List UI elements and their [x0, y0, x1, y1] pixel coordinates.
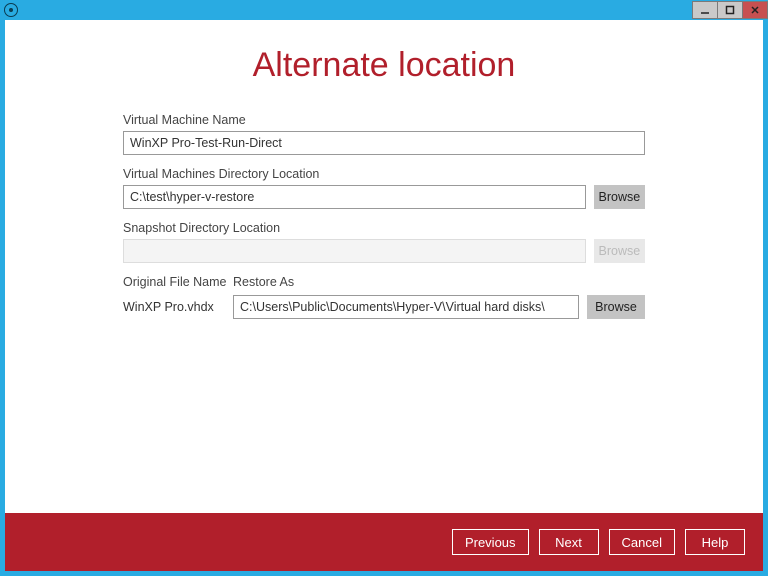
client-area: Alternate location Virtual Machine Name … [5, 20, 763, 571]
app-icon [4, 3, 18, 17]
help-button[interactable]: Help [685, 529, 745, 555]
previous-button[interactable]: Previous [452, 529, 529, 555]
file-row: WinXP Pro.vhdx Browse [123, 295, 645, 319]
file-columns-header: Original File Name Restore As [123, 275, 645, 289]
maximize-button[interactable] [717, 1, 743, 19]
window-frame: Alternate location Virtual Machine Name … [0, 0, 768, 576]
snapshot-dir-input [123, 239, 586, 263]
col-restore-as-label: Restore As [233, 275, 645, 289]
window-controls [693, 1, 768, 19]
vm-dir-input[interactable] [123, 185, 586, 209]
original-file-name: WinXP Pro.vhdx [123, 300, 225, 314]
vm-name-label: Virtual Machine Name [123, 113, 645, 127]
vm-dir-label: Virtual Machines Directory Location [123, 167, 645, 181]
snapshot-dir-label: Snapshot Directory Location [123, 221, 645, 235]
vm-name-input[interactable] [123, 131, 645, 155]
titlebar [0, 0, 768, 20]
restore-as-input[interactable] [233, 295, 579, 319]
restore-as-browse-button[interactable]: Browse [587, 295, 645, 319]
minimize-button[interactable] [692, 1, 718, 19]
col-original-label: Original File Name [123, 275, 233, 289]
wizard-footer: Previous Next Cancel Help [5, 513, 763, 571]
snapshot-dir-browse-button: Browse [594, 239, 645, 263]
close-button[interactable] [742, 1, 768, 19]
page-title: Alternate location [5, 46, 763, 85]
cancel-button[interactable]: Cancel [609, 529, 675, 555]
form: Virtual Machine Name Virtual Machines Di… [5, 113, 763, 319]
vm-dir-browse-button[interactable]: Browse [594, 185, 645, 209]
next-button[interactable]: Next [539, 529, 599, 555]
